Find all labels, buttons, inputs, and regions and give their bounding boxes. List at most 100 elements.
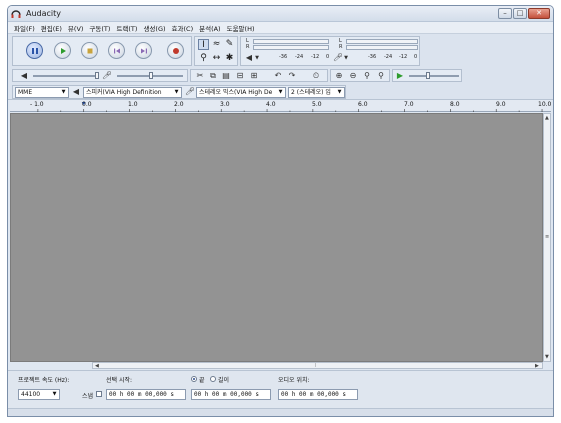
zoom-tool-icon[interactable]: ⚲ [198, 53, 209, 64]
status-bar [8, 408, 553, 416]
draw-tool-icon[interactable]: ✎ [224, 39, 235, 50]
pause-icon [31, 47, 38, 54]
zoom-toolbar: ⊕ ⊖ ⚲ ⚲ [330, 69, 390, 82]
snap-checkbox[interactable] [96, 391, 102, 397]
play-meter-left[interactable] [253, 39, 329, 44]
maximize-button[interactable]: □ [513, 8, 527, 19]
horizontal-scrollbar[interactable]: ◀ ⦙ ▶ [92, 362, 543, 369]
ruler-tick-label: 5.0 [312, 101, 322, 108]
timeline-ruler[interactable]: - 1.0 0.0 1.0 2.0 3.0 4.0 5.0 6.0 7.0 8.… [10, 100, 551, 112]
mixer-toolbar: ◀ 🎤︎ [12, 69, 188, 82]
stop-button[interactable] [81, 42, 98, 59]
edit-toolbar: ✂ ⧉ ▤ ⊟ ⊞ ↶ ↷ ⏲ [190, 69, 328, 82]
ruler-tick-label: - 1.0 [30, 101, 44, 108]
menu-effect[interactable]: 효과(C) [172, 23, 194, 33]
selection-toolbar: 프로젝트 속도 (Hz): 44100 ▼ 스냅 선택 시작: 00 h 00 … [8, 370, 553, 408]
record-meter-left[interactable] [346, 39, 418, 44]
transport-toolbar [12, 36, 192, 66]
record-button[interactable] [167, 42, 184, 59]
selection-end-time[interactable]: 00 h 00 m 00,000 s [191, 389, 271, 400]
record-meter-right[interactable] [346, 45, 418, 50]
chevron-down-icon: ▼ [174, 89, 179, 95]
track-panel[interactable] [10, 113, 543, 362]
selection-end-value: 00 h 00 m 00,000 s [194, 391, 260, 398]
scroll-right-icon[interactable]: ▶ [535, 363, 539, 369]
selection-start-time[interactable]: 00 h 00 m 00,000 s [106, 389, 186, 400]
rec-scale-0: 0 [414, 54, 418, 60]
window-title: Audacity [26, 9, 62, 18]
minimize-button[interactable]: – [498, 8, 512, 19]
audio-position-time[interactable]: 00 h 00 m 00,000 s [278, 389, 358, 400]
ruler-tick-label: 3.0 [220, 101, 230, 108]
redo-icon[interactable]: ↷ [287, 71, 297, 81]
output-volume-thumb[interactable] [95, 72, 99, 79]
menu-view[interactable]: 뷰(V) [68, 23, 84, 33]
menu-file[interactable]: 파일(F) [14, 23, 35, 33]
zoom-in-icon[interactable]: ⊕ [334, 71, 344, 81]
meter-toolbar: ◀ ▼ L R -36 -24 -12 0 🎤︎ ▼ L R -36 -24 -… [240, 36, 420, 66]
pause-button[interactable] [26, 42, 43, 59]
scroll-down-icon[interactable]: ▼ [545, 354, 549, 360]
project-rate-select[interactable]: 44100 ▼ [18, 389, 60, 400]
sync-lock-icon[interactable]: ⏲ [311, 71, 321, 81]
menu-help[interactable]: 도움말(H) [227, 23, 255, 33]
chevron-down-icon: ▼ [52, 391, 57, 397]
play-scale-0: 0 [326, 54, 330, 60]
rec-meter-ch-r: R [339, 44, 343, 50]
undo-icon[interactable]: ↶ [273, 71, 283, 81]
audio-position-label: 오디오 위치: [278, 377, 310, 384]
rec-scale-36: -36 [368, 54, 377, 60]
menu-edit[interactable]: 편집(E) [41, 23, 62, 33]
menu-tracks[interactable]: 트랙(T) [116, 23, 137, 33]
microphone-icon[interactable]: 🎤︎ [333, 53, 343, 63]
stop-icon [87, 48, 92, 53]
input-channels-select[interactable]: 2 (스테레오) 입 ▼ [288, 87, 345, 98]
zoom-out-icon[interactable]: ⊖ [348, 71, 358, 81]
mic-menu-arrow-icon[interactable]: ▼ [343, 53, 349, 63]
skip-to-end-button[interactable] [135, 42, 152, 59]
speed-track[interactable] [409, 75, 459, 77]
input-device-value: 스테레오 믹스(VIA High De [199, 89, 273, 96]
play-icon [60, 47, 66, 54]
audio-position-value: 00 h 00 m 00,000 s [281, 391, 347, 398]
close-button[interactable]: ✕ [528, 8, 550, 19]
trim-icon[interactable]: ⊟ [235, 71, 245, 81]
input-device-select[interactable]: 스테레오 믹스(VIA High De ▼ [196, 87, 286, 98]
scroll-up-icon[interactable]: ▲ [545, 115, 549, 121]
vertical-scrollbar[interactable]: ▲ ≡ ▼ [543, 113, 551, 362]
play-button[interactable] [54, 42, 71, 59]
title-bar[interactable]: Audacity – □ ✕ [8, 6, 553, 22]
output-volume-track[interactable] [33, 75, 97, 77]
copy-icon[interactable]: ⧉ [208, 71, 218, 81]
timeshift-tool-icon[interactable]: ↔ [211, 53, 222, 64]
speed-thumb[interactable] [426, 72, 430, 79]
play-scale-24: -24 [295, 54, 304, 60]
scroll-left-icon[interactable]: ◀ [95, 363, 99, 369]
menu-bar: 파일(F) 편집(E) 뷰(V) 구동(T) 트랙(T) 생성(G) 효과(C)… [8, 22, 553, 34]
play-at-speed-icon[interactable]: ▶ [395, 71, 405, 81]
paste-icon[interactable]: ▤ [221, 71, 231, 81]
scroll-grip-icon[interactable]: ≡ [545, 234, 549, 240]
input-volume-thumb[interactable] [149, 72, 153, 79]
speaker-menu-arrow-icon[interactable]: ▼ [254, 53, 260, 63]
fit-project-icon[interactable]: ⚲ [376, 71, 386, 81]
audio-host-select[interactable]: MME ▼ [15, 87, 69, 98]
cut-icon[interactable]: ✂ [195, 71, 205, 81]
multi-tool-icon[interactable]: ✱ [224, 53, 235, 64]
fit-selection-icon[interactable]: ⚲ [362, 71, 372, 81]
skip-to-start-button[interactable] [108, 42, 125, 59]
scroll-grip-icon[interactable]: ⦙ [315, 363, 316, 369]
end-radio[interactable] [191, 376, 197, 382]
menu-transport[interactable]: 구동(T) [89, 23, 110, 33]
menu-generate[interactable]: 생성(G) [143, 23, 165, 33]
output-volume-icon: ◀ [20, 71, 28, 80]
input-channels-value: 2 (스테레오) 입 [291, 89, 331, 96]
menu-analyze[interactable]: 분석(A) [199, 23, 220, 33]
output-device-select[interactable]: 스피커(VIA High Definition ▼ [83, 87, 182, 98]
speaker-icon[interactable]: ◀ [244, 53, 254, 63]
envelope-tool-icon[interactable]: ≈ [211, 39, 222, 50]
length-radio[interactable] [210, 376, 216, 382]
play-meter-right[interactable] [253, 45, 329, 50]
silence-icon[interactable]: ⊞ [249, 71, 259, 81]
selection-tool-icon[interactable]: I [198, 39, 209, 50]
